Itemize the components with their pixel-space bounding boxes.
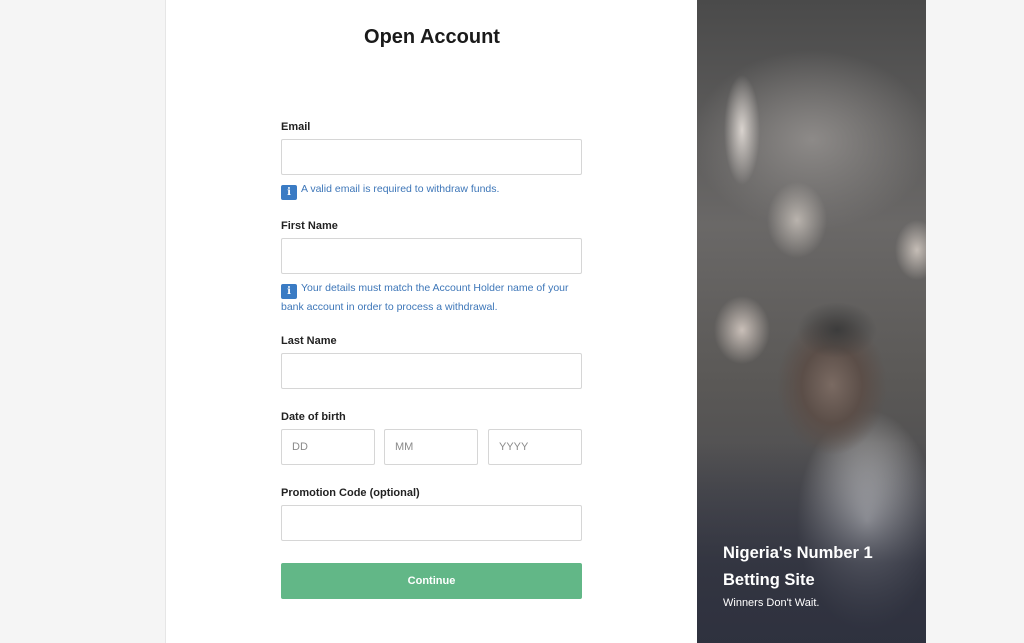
- dob-day-field[interactable]: [281, 429, 375, 465]
- promo-headline-line1: Nigeria's Number 1: [723, 544, 873, 562]
- last-name-label: Last Name: [281, 335, 337, 347]
- promo-tagline: Winners Don't Wait.: [723, 597, 820, 609]
- promo-panel: Nigeria's Number 1 Betting Site Winners …: [697, 0, 926, 643]
- promo-headline-line2: Betting Site: [723, 571, 815, 589]
- info-icon: i: [281, 185, 297, 200]
- registration-form: Open Account Email i A valid email is req…: [165, 0, 697, 643]
- email-hint-text: A valid email is required to withdraw fu…: [301, 183, 500, 195]
- email-hint: i A valid email is required to withdraw f…: [281, 181, 591, 200]
- dob-month-field[interactable]: [384, 429, 478, 465]
- first-name-hint-line1: Your details must match the Account Hold…: [301, 282, 569, 294]
- first-name-hint: i Your details must match the Account Hol…: [281, 280, 591, 315]
- dob-label: Date of birth: [281, 411, 346, 423]
- first-name-field[interactable]: [281, 238, 582, 274]
- first-name-label: First Name: [281, 220, 338, 232]
- info-icon: i: [281, 284, 297, 299]
- promo-headline: Nigeria's Number 1 Betting Site: [723, 540, 923, 594]
- promo-code-field[interactable]: [281, 505, 582, 541]
- last-name-field[interactable]: [281, 353, 582, 389]
- dob-year-field[interactable]: [488, 429, 582, 465]
- email-label: Email: [281, 121, 311, 133]
- promo-code-label: Promotion Code (optional): [281, 487, 420, 499]
- first-name-hint-line2: bank account in order to process a withd…: [281, 301, 498, 313]
- email-field[interactable]: [281, 139, 582, 175]
- page-title: Open Account: [364, 26, 500, 48]
- continue-button[interactable]: Continue: [281, 563, 582, 599]
